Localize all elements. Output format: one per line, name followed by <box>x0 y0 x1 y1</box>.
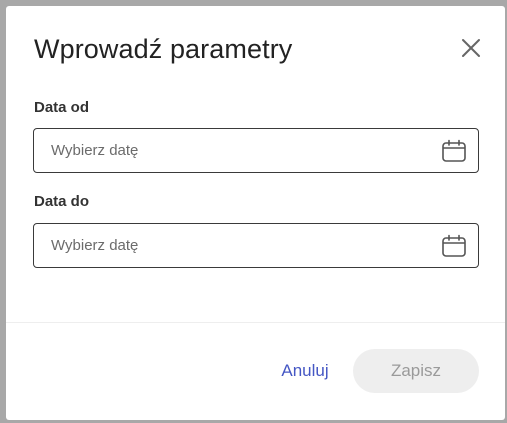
close-button[interactable] <box>459 36 483 60</box>
parameters-dialog: Wprowadź parametry Data od Data do <box>6 6 505 420</box>
cancel-button[interactable]: Anuluj <box>270 349 340 393</box>
footer-divider <box>6 322 505 323</box>
date-from-calendar-button[interactable] <box>441 139 467 163</box>
date-to-field[interactable] <box>33 223 479 268</box>
date-to-input[interactable] <box>51 224 431 267</box>
date-to-label: Data do <box>34 193 90 210</box>
close-icon <box>462 39 480 57</box>
date-from-field[interactable] <box>33 128 479 173</box>
date-from-input[interactable] <box>51 129 431 172</box>
date-from-label: Data od <box>34 99 90 116</box>
dialog-title: Wprowadź parametry <box>34 34 293 64</box>
calendar-icon <box>442 234 466 257</box>
calendar-icon <box>442 139 466 162</box>
save-button[interactable]: Zapisz <box>353 349 479 393</box>
date-to-calendar-button[interactable] <box>441 234 467 258</box>
